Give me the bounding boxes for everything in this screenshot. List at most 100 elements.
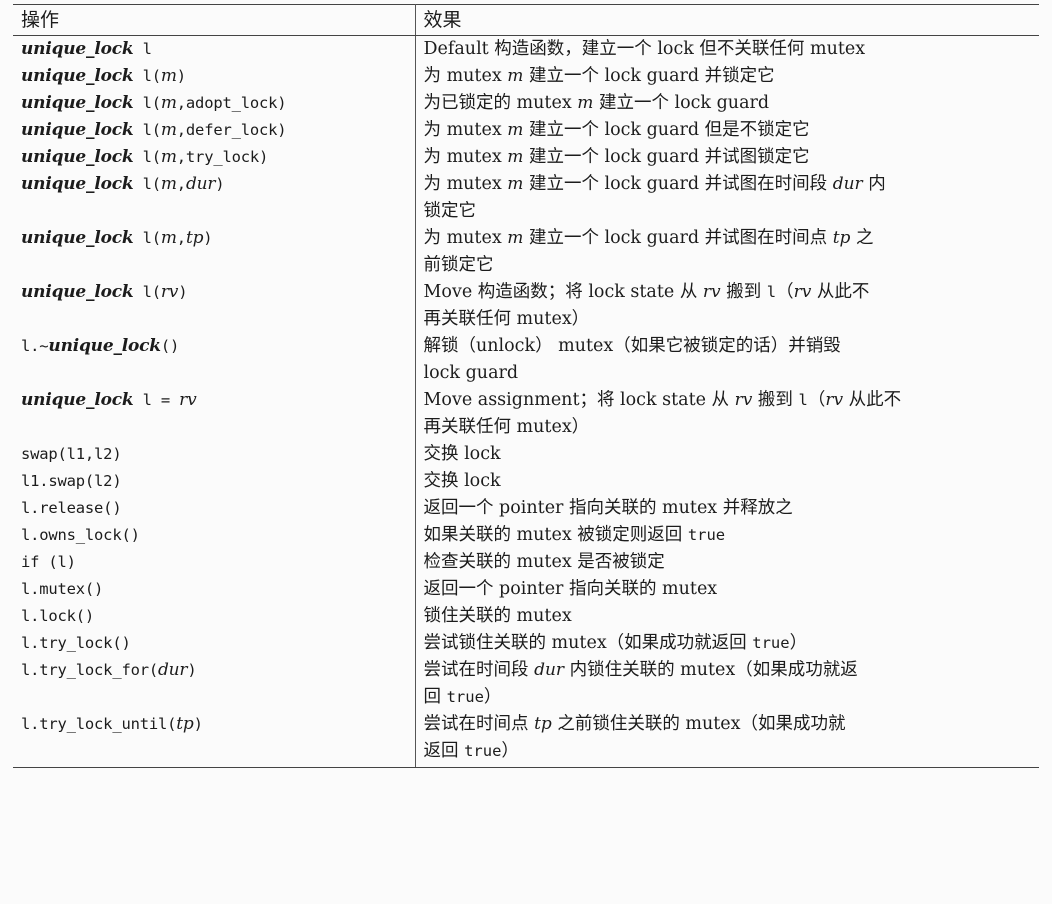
text-fragment: , bbox=[176, 175, 186, 193]
table-row: unique_lock l(m,defer_lock) 为 mutex m 建立一… bbox=[13, 117, 1039, 144]
text-fragment: 返回一个 pointer 指向关联的 mutex bbox=[423, 579, 718, 599]
effect-cell: 为 mutex m 建立一个 lock guard 并试图在时间点 tp 之前锁… bbox=[415, 225, 1039, 279]
text-fragment: 尝试在时间段 bbox=[423, 660, 535, 680]
text-fragment bbox=[133, 391, 142, 409]
text-fragment: swap(l1,l2) bbox=[21, 445, 122, 463]
text-fragment: unique_lock bbox=[21, 93, 134, 113]
text-fragment: l( bbox=[142, 283, 161, 301]
operation-cell: l.~unique_lock() bbox=[13, 333, 416, 387]
text-fragment: true bbox=[687, 526, 726, 544]
effect-cell: 返回一个 pointer 指向关联的 mutex bbox=[415, 576, 1039, 603]
text-fragment: （ bbox=[776, 282, 794, 302]
text-fragment: tp bbox=[534, 714, 552, 734]
table-row: swap(l1,l2) 交换 lock bbox=[13, 441, 1039, 468]
operation-cell: unique_lock l(m,tp) bbox=[13, 225, 416, 279]
text-fragment: true bbox=[446, 688, 484, 706]
text-fragment: 搬到 bbox=[752, 390, 799, 410]
text-fragment: l.~ bbox=[21, 337, 49, 355]
text-fragment bbox=[133, 229, 142, 247]
effect-cell: 如果关联的 mutex 被锁定则返回 true bbox=[415, 522, 1039, 549]
text-fragment: 交换 lock bbox=[423, 444, 501, 464]
text-fragment: l.lock() bbox=[21, 607, 95, 625]
text-fragment: l.release() bbox=[21, 499, 122, 517]
text-fragment bbox=[133, 40, 142, 58]
table-row: unique_lock l( m ,adopt_lock) 为已锁定的 mutex m… bbox=[13, 90, 1039, 117]
operation-cell: unique_lock l bbox=[13, 35, 416, 63]
text-fragment bbox=[133, 121, 142, 139]
effect-cell: 锁住关联的 mutex bbox=[415, 603, 1039, 630]
operation-cell: unique_lock l(m,defer_lock) bbox=[13, 117, 416, 144]
text-fragment bbox=[133, 175, 142, 193]
text-fragment: ） bbox=[501, 741, 519, 761]
table-row: l.try_lock_for(dur) 尝试在时间段 dur 内锁住关联的 mut… bbox=[13, 657, 1039, 711]
text-fragment: ,try_lock) bbox=[176, 148, 269, 166]
effect-cell: 为已锁定的 mutex m 建立一个 lock guard bbox=[415, 90, 1039, 117]
header-effect: 效果 bbox=[415, 4, 1039, 36]
text-fragment: 交换 lock bbox=[423, 471, 501, 491]
text-fragment: ,adopt_lock) bbox=[176, 94, 287, 112]
text-fragment bbox=[133, 148, 142, 166]
text-fragment: Move 构造函数；将 lock state 从 bbox=[423, 282, 703, 302]
text-fragment: true bbox=[752, 634, 790, 652]
text-fragment: l.mutex() bbox=[21, 580, 104, 598]
effect-cell: Default 构造函数，建立一个 lock 但不关联任何 mutex bbox=[415, 36, 1039, 64]
text-fragment: 再关联任何 mutex） bbox=[423, 417, 590, 437]
text-fragment: 从此不 bbox=[843, 390, 902, 410]
text-fragment: dur bbox=[157, 660, 188, 680]
text-fragment: l bbox=[798, 391, 808, 409]
text-fragment: ) bbox=[187, 661, 197, 679]
text-fragment: rv bbox=[160, 282, 179, 302]
effect-cell: 尝试锁住关联的 mutex（如果成功就返回 true） bbox=[415, 630, 1039, 657]
table-row: l1.swap(l2) 交换 lock bbox=[13, 468, 1039, 495]
text-fragment: m bbox=[577, 93, 594, 113]
table-row: unique_lock l(m) 为 mutex m 建立一个 lock guar… bbox=[13, 63, 1039, 90]
table-row: l.try_lock() 尝试锁住关联的 mutex（如果成功就返回 true） bbox=[13, 630, 1039, 657]
text-fragment: l.owns_lock() bbox=[21, 526, 140, 544]
text-fragment: unique_lock bbox=[21, 147, 134, 167]
text-fragment: l( bbox=[142, 67, 161, 85]
text-fragment: dur bbox=[534, 660, 565, 680]
operation-cell: unique_lock l(rv) bbox=[13, 279, 416, 333]
effect-cell: 为 mutex m 建立一个 lock guard 但是不锁定它 bbox=[415, 117, 1039, 144]
text-fragment: rv bbox=[825, 390, 844, 410]
text-fragment: , bbox=[176, 229, 186, 247]
text-fragment: 尝试在时间点 bbox=[423, 714, 535, 734]
table-row: l.mutex() 返回一个 pointer 指向关联的 mutex bbox=[13, 576, 1039, 603]
text-fragment: 为已锁定的 mutex bbox=[423, 93, 578, 113]
effect-cell: 检查关联的 mutex 是否被锁定 bbox=[415, 549, 1039, 576]
effect-cell: 交换 lock bbox=[415, 468, 1039, 495]
text-fragment: 再关联任何 mutex） bbox=[423, 309, 590, 329]
text-fragment bbox=[133, 67, 142, 85]
text-fragment: m bbox=[160, 228, 177, 248]
text-fragment: Move assignment；将 lock state 从 bbox=[423, 390, 735, 410]
table-row: unique_lock l(rv) Move 构造函数；将 lock state … bbox=[13, 279, 1039, 333]
text-fragment: m bbox=[507, 66, 524, 86]
text-fragment: 解锁（unlock） mutex（如果它被锁定的话）并销毁 bbox=[423, 336, 841, 356]
text-fragment: l.try_lock() bbox=[21, 634, 131, 652]
text-fragment: l( bbox=[142, 229, 161, 247]
table-row: l.~unique_lock() 解锁（unlock） mutex（如果它被锁定的… bbox=[13, 333, 1039, 387]
header-operation: 操作 bbox=[13, 4, 416, 36]
table-row: unique_lock l = rv Move assignment；将 lock… bbox=[13, 387, 1039, 441]
table-row: unique_lock l(m,tp) 为 mutex m 建立一个 lock g… bbox=[13, 225, 1039, 279]
text-fragment: l bbox=[766, 283, 777, 301]
text-fragment: m bbox=[160, 66, 177, 86]
text-fragment: 之 bbox=[850, 228, 874, 248]
text-fragment: rv bbox=[793, 282, 812, 302]
text-fragment: l = bbox=[142, 391, 180, 409]
text-fragment: m bbox=[507, 147, 524, 167]
table-row: unique_lock l Default 构造函数，建立一个 lock 但不关联… bbox=[13, 35, 1039, 64]
effect-cell: 为 mutex m 建立一个 lock guard 并锁定它 bbox=[415, 63, 1039, 90]
text-fragment: 为 mutex bbox=[423, 147, 508, 167]
text-fragment: unique_lock bbox=[48, 336, 161, 356]
text-fragment: unique_lock bbox=[21, 120, 134, 140]
text-fragment: ,defer_lock) bbox=[176, 121, 287, 139]
text-fragment: l( bbox=[142, 94, 161, 112]
text-fragment: () bbox=[160, 337, 180, 355]
effect-cell: Move assignment；将 lock state 从 rv 搬到 l（r… bbox=[415, 387, 1039, 441]
table-row: l.release() 返回一个 pointer 指向关联的 mutex 并释放之 bbox=[13, 495, 1039, 522]
table-row: l.try_lock_until(tp) 尝试在时间点 tp 之前锁住关联的 mu… bbox=[13, 711, 1039, 768]
effect-cell: 解锁（unlock） mutex（如果它被锁定的话）并销毁 lock guard bbox=[415, 333, 1039, 387]
text-fragment: 搬到 bbox=[720, 282, 767, 302]
table-row: unique_lock l(m,try_lock) 为 mutex m 建立一个 … bbox=[13, 144, 1039, 171]
